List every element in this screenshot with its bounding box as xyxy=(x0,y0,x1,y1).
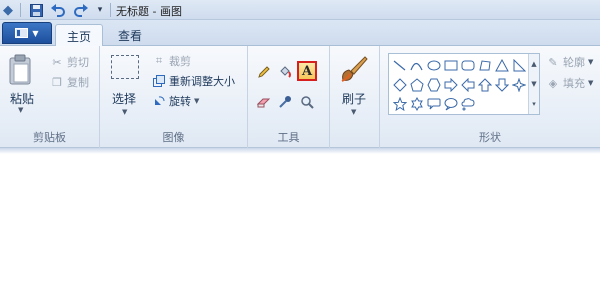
diamond-shape-icon[interactable] xyxy=(391,75,408,94)
image-group-label: 图像 xyxy=(162,131,185,144)
paste-button[interactable] xyxy=(8,54,34,89)
right-triangle-shape-icon[interactable] xyxy=(510,56,527,75)
cut-button[interactable]: ✂ 剪切 xyxy=(50,54,89,70)
five-point-star-shape-icon[interactable] xyxy=(391,94,408,113)
tab-bar: ▼ 主页 查看 xyxy=(0,20,600,47)
rotate-icon xyxy=(152,94,166,108)
chevron-down-icon: ▼ xyxy=(194,97,200,105)
chevron-down-icon: ▼ xyxy=(588,58,594,66)
paste-icon xyxy=(9,54,31,85)
resize-button[interactable]: 重新调整大小 xyxy=(152,73,235,89)
chevron-down-icon[interactable]: ▼ xyxy=(18,106,23,114)
tab-view[interactable]: 查看 xyxy=(108,24,152,46)
scroll-down-icon[interactable]: ▼ xyxy=(531,80,536,88)
brushes-group: 刷子 ▼ xyxy=(330,46,380,148)
cut-label: 剪切 xyxy=(67,56,89,69)
tools-group-label: 工具 xyxy=(277,131,300,144)
oval-shape-icon[interactable] xyxy=(425,56,442,75)
outline-label: 轮廓 xyxy=(563,56,585,69)
line-shape-icon[interactable] xyxy=(391,56,408,75)
rounded-callout-shape-icon[interactable] xyxy=(425,94,442,113)
crop-icon: ⌗ xyxy=(155,54,163,67)
clipboard-group: 粘贴 ▼ ✂ 剪切 ❐ 复制 剪贴板 xyxy=(0,46,100,148)
brushes-label: 刷子 xyxy=(342,92,367,106)
copy-label: 复制 xyxy=(67,76,89,89)
drawing-canvas[interactable] xyxy=(0,148,600,291)
scissors-icon: ✂ xyxy=(52,55,62,69)
triangle-shape-icon[interactable] xyxy=(493,56,510,75)
rounded-rectangle-shape-icon[interactable] xyxy=(459,56,476,75)
rectangle-shape-icon[interactable] xyxy=(442,56,459,75)
chevron-down-icon[interactable]: ▼ xyxy=(351,108,356,116)
six-point-star-shape-icon[interactable] xyxy=(408,94,425,113)
app-icon[interactable]: ◆ xyxy=(2,2,14,18)
tab-home[interactable]: 主页 xyxy=(55,24,103,47)
oval-callout-shape-icon[interactable] xyxy=(442,94,459,113)
chevron-down-icon: ▼ xyxy=(588,79,594,87)
left-arrow-shape-icon[interactable] xyxy=(459,75,476,94)
tools-group: A 工具 xyxy=(248,46,330,148)
copy-icon: ❐ xyxy=(52,75,62,89)
outline-button[interactable]: ✎ 轮廓 ▼ xyxy=(546,54,593,70)
pentagon-shape-icon[interactable] xyxy=(408,75,425,94)
file-menu-button[interactable]: ▼ xyxy=(2,22,52,44)
shapes-gallery: ▲ ▼ ▾ xyxy=(388,53,540,115)
text-icon[interactable]: A xyxy=(297,61,317,81)
rotate-button[interactable]: 旋转 ▼ xyxy=(152,93,199,109)
redo-icon[interactable] xyxy=(73,2,89,18)
fill-bucket-icon: ◈ xyxy=(548,76,558,90)
fill-button[interactable]: ◈ 填充 ▼ xyxy=(546,75,594,91)
title-bar: ◆ ▾ 无标题 - 画图 xyxy=(0,0,600,20)
magnifier-icon[interactable] xyxy=(297,92,317,112)
down-arrow-shape-icon[interactable] xyxy=(493,75,510,94)
curve-shape-icon[interactable] xyxy=(408,56,425,75)
outline-icon: ✎ xyxy=(548,55,558,69)
scroll-up-icon[interactable]: ▲ xyxy=(531,60,536,68)
fill-icon[interactable] xyxy=(275,62,295,82)
chevron-down-icon[interactable]: ▼ xyxy=(122,108,127,116)
eraser-icon[interactable] xyxy=(254,92,274,112)
toolbar-separator xyxy=(20,3,21,17)
select-icon[interactable] xyxy=(111,55,139,79)
rotate-label: 旋转 xyxy=(169,95,191,108)
cloud-callout-shape-icon[interactable] xyxy=(459,94,476,113)
fill-label: 填充 xyxy=(563,77,585,90)
right-arrow-shape-icon[interactable] xyxy=(442,75,459,94)
hexagon-shape-icon[interactable] xyxy=(425,75,442,94)
ribbon: 粘贴 ▼ ✂ 剪切 ❐ 复制 剪贴板 选择 ▼ ⌗ 裁剪 重新调整大小 旋转 ▼… xyxy=(0,46,600,148)
shapes-gallery-scrollbar[interactable]: ▲ ▼ ▾ xyxy=(528,54,539,114)
customize-dropdown-icon[interactable]: ▾ xyxy=(94,2,106,18)
paste-label: 粘贴 xyxy=(10,92,35,106)
four-point-star-shape-icon[interactable] xyxy=(510,75,527,94)
polygon-shape-icon[interactable] xyxy=(476,56,493,75)
clipboard-group-label: 剪贴板 xyxy=(33,131,66,144)
select-label: 选择 xyxy=(112,92,137,106)
undo-icon[interactable] xyxy=(50,2,66,18)
resize-label: 重新调整大小 xyxy=(169,75,235,88)
toolbar-separator xyxy=(110,3,111,17)
crop-button[interactable]: ⌗ 裁剪 xyxy=(152,53,191,69)
color-picker-icon[interactable] xyxy=(275,92,295,112)
brush-icon[interactable] xyxy=(339,54,369,87)
file-menu-icon xyxy=(15,28,29,38)
save-icon[interactable] xyxy=(28,2,44,18)
copy-button[interactable]: ❐ 复制 xyxy=(50,74,89,90)
image-group: 选择 ▼ ⌗ 裁剪 重新调整大小 旋转 ▼ 图像 xyxy=(100,46,248,148)
pencil-icon[interactable] xyxy=(254,62,274,82)
crop-label: 裁剪 xyxy=(169,55,191,68)
expand-gallery-icon[interactable]: ▾ xyxy=(532,100,536,108)
resize-icon xyxy=(152,74,166,88)
up-arrow-shape-icon[interactable] xyxy=(476,75,493,94)
shapes-group-label: 形状 xyxy=(479,131,501,144)
chevron-down-icon: ▼ xyxy=(32,28,39,38)
window-title: 无标题 - 画图 xyxy=(116,5,182,18)
